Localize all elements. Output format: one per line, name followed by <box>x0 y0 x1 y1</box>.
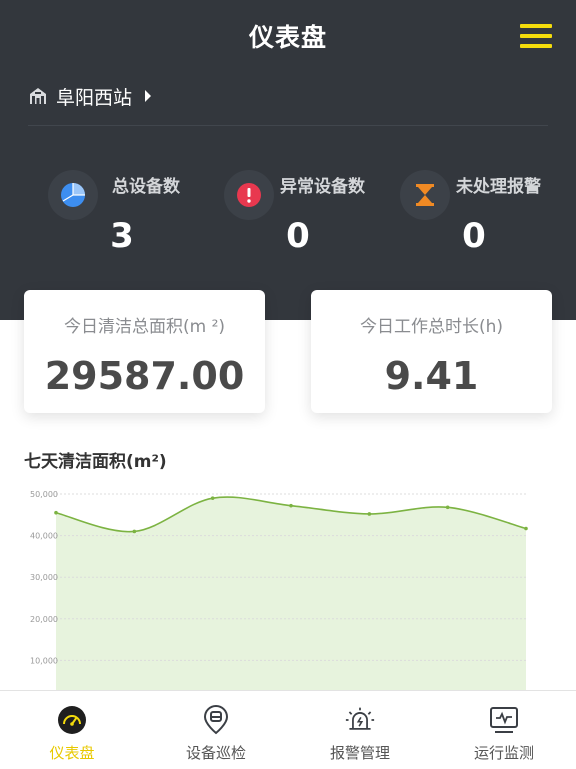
area-chart: 10,000 20,000 30,000 40,000 50,000 <box>30 490 528 692</box>
pie-chart-icon <box>48 170 98 220</box>
y-tick-label: 10,000 <box>30 656 58 665</box>
today-area-card: 今日清洁总面积(m ²) 29587.00 <box>24 290 265 413</box>
today-time-card: 今日工作总时长(h) 9.41 <box>311 290 552 413</box>
hourglass-icon <box>400 170 450 220</box>
alert-icon <box>224 170 274 220</box>
station-name: 阜阳西站 <box>56 86 133 109</box>
y-tick-label: 30,000 <box>30 573 58 582</box>
y-tick-label: 20,000 <box>30 615 58 624</box>
chart-title: 七天清洁面积(m²) <box>24 452 167 472</box>
card-value: 29587.00 <box>44 354 245 398</box>
tab-label: 仪表盘 <box>49 744 95 762</box>
tab-inspection[interactable]: 设备巡检 <box>144 691 288 769</box>
data-point <box>524 526 528 531</box>
stat-total-devices: 总设备数 3 <box>48 168 218 258</box>
y-tick-label: 50,000 <box>30 490 58 499</box>
stat-label: 未处理报警 <box>456 177 541 197</box>
card-label: 今日清洁总面积(m ²) <box>63 317 226 337</box>
data-point <box>367 512 372 516</box>
card-label: 今日工作总时长(h) <box>359 317 504 337</box>
tab-alarm[interactable]: 报警管理 <box>288 691 432 769</box>
tab-dashboard[interactable]: 仪表盘 <box>0 691 144 769</box>
card-value: 9.41 <box>384 354 479 398</box>
divider <box>28 125 548 126</box>
stat-label: 异常设备数 <box>280 177 365 197</box>
data-point <box>289 503 293 508</box>
tab-label: 运行监测 <box>473 744 534 762</box>
menu-icon[interactable] <box>520 24 552 48</box>
tab-bar: 仪表盘 设备巡检 报警管理 运行监测 <box>0 690 576 769</box>
data-point <box>210 496 215 500</box>
data-point <box>445 505 450 510</box>
stat-abnormal-devices: 异常设备数 0 <box>224 168 394 258</box>
data-point <box>54 510 58 515</box>
area-fill <box>56 497 526 692</box>
data-point <box>132 529 137 534</box>
page-title: 仪表盘 <box>248 23 327 52</box>
tab-label: 设备巡检 <box>185 744 246 762</box>
stat-label: 总设备数 <box>112 177 180 197</box>
inspection-icon <box>201 705 231 735</box>
stat-value: 0 <box>462 216 486 256</box>
tab-label: 报警管理 <box>329 744 390 762</box>
stat-value: 0 <box>286 216 310 256</box>
station-selector[interactable]: 阜阳西站 <box>28 83 160 109</box>
alarm-icon <box>345 705 375 735</box>
monitor-icon <box>489 705 519 735</box>
dashboard-icon <box>57 705 87 735</box>
tab-monitor[interactable]: 运行监测 <box>432 691 576 769</box>
y-tick-label: 40,000 <box>30 532 58 541</box>
station-icon <box>30 88 46 104</box>
stat-unhandled-alarms: 未处理报警 0 <box>400 168 570 258</box>
chevron-right-icon <box>145 90 152 102</box>
header-panel: 仪表盘 阜阳西站 总设备数 3 异常设备数 0 未处理报警 0 <box>0 0 576 320</box>
stat-value: 3 <box>110 216 134 256</box>
